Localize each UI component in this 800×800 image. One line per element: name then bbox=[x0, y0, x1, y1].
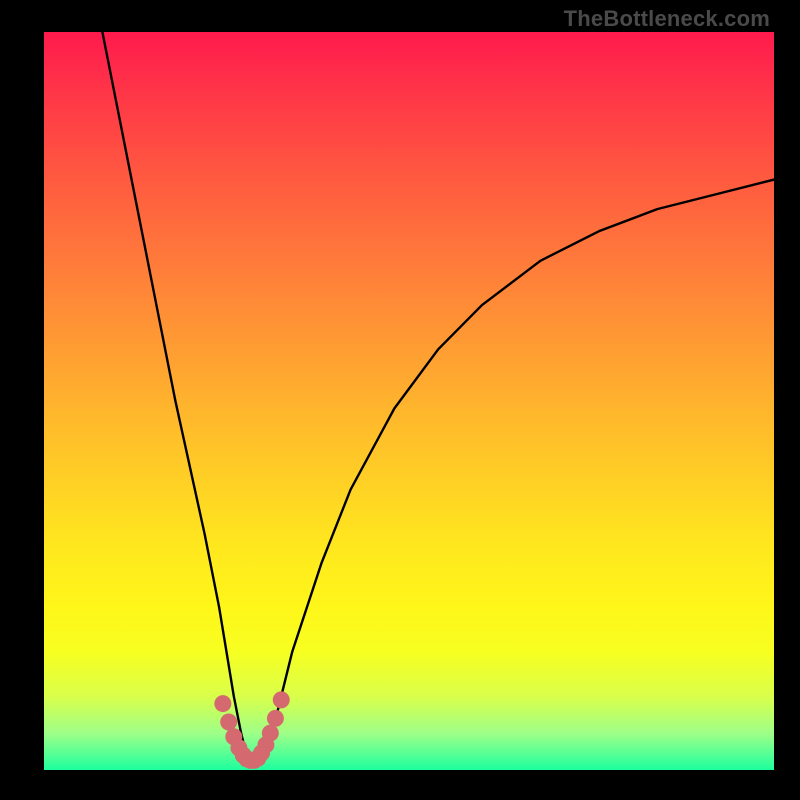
bottom-marker-dot bbox=[267, 710, 284, 727]
bottom-marker-dot bbox=[214, 695, 231, 712]
bottleneck-curve bbox=[102, 32, 774, 763]
watermark-text: TheBottleneck.com bbox=[564, 6, 770, 32]
chart-frame: TheBottleneck.com bbox=[0, 0, 800, 800]
plot-area bbox=[44, 32, 774, 770]
curve-svg bbox=[44, 32, 774, 770]
bottom-marker-group bbox=[214, 691, 289, 769]
bottom-marker-dot bbox=[220, 714, 237, 731]
bottom-marker-dot bbox=[262, 725, 279, 742]
bottom-marker-dot bbox=[273, 691, 290, 708]
